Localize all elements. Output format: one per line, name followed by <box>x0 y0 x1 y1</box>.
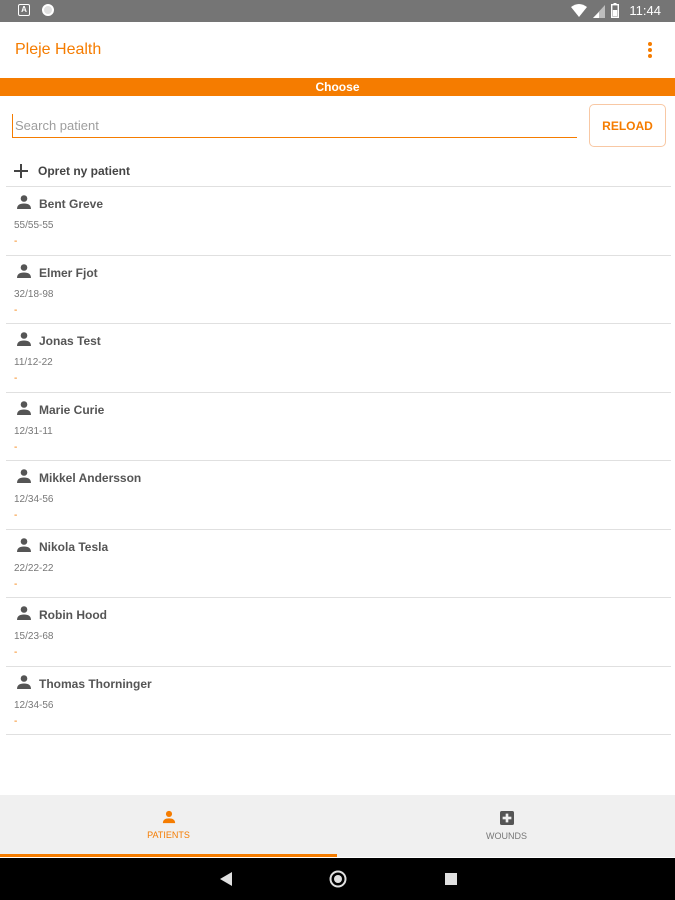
patient-row[interactable]: Thomas Thorninger 12/34-56 - <box>6 667 671 735</box>
patient-date: 22/22-22 <box>14 562 54 574</box>
tab-wounds-label: WOUNDS <box>486 831 527 841</box>
patient-date: 15/23-68 <box>14 631 54 642</box>
person-icon <box>17 332 31 346</box>
create-patient-label: Opret ny patient <box>38 164 131 178</box>
person-icon <box>17 537 31 552</box>
patient-name: Marie Curie <box>39 402 105 417</box>
tab-wounds[interactable]: WOUNDS <box>338 795 675 857</box>
patient-row[interactable]: Nikola Tesla 22/22-22 - <box>6 530 671 598</box>
patient-row[interactable]: Jonas Test 11/12-22 - <box>6 324 671 393</box>
tab-patients-label: PATIENTS <box>147 829 190 840</box>
patient-extra: - <box>14 647 18 658</box>
patient-list: Bent Greve 55/55-55- Elmer Fjot 32/18-98- Jo… <box>6 186 671 735</box>
person-icon <box>17 606 31 620</box>
patient-date: 32/18-98 <box>14 288 54 300</box>
patient-extra: - <box>14 715 18 727</box>
patient-name: Thomas Thorninger <box>39 676 152 691</box>
person-icon <box>17 263 31 278</box>
patient-extra: - <box>14 578 18 590</box>
patient-row[interactable]: Elmer Fjot 32/18-98 - <box>6 256 671 324</box>
signal-icon <box>593 4 606 18</box>
battery-icon <box>611 3 620 18</box>
patient-name: Robin Hood <box>39 608 107 622</box>
status-bar: A 11:44 <box>0 0 675 22</box>
tab-patients[interactable]: PATIENTS <box>0 795 337 857</box>
create-patient-button[interactable]: Opret ny patient <box>14 160 130 182</box>
patient-name: Bent Greve <box>39 197 104 211</box>
patient-date: 12/34-56 <box>14 494 54 505</box>
app-title: Pleje Health <box>15 41 102 58</box>
plus-icon <box>14 164 28 178</box>
patient-row[interactable]: Marie Curie 12/31-11 - <box>6 393 671 461</box>
patient-date: 12/34-56 <box>14 699 54 711</box>
android-notification-icon: A <box>18 4 30 16</box>
patient-row[interactable]: Mikkel Andersson 12/34-56 - <box>6 461 671 530</box>
patient-extra: - <box>14 373 18 384</box>
patient-name: Nikola Tesla <box>39 539 109 554</box>
medical-plus-icon <box>499 811 514 825</box>
status-right: 11:44 <box>571 3 661 18</box>
overflow-menu-icon[interactable] <box>645 40 655 60</box>
system-navigation-bar <box>0 858 675 900</box>
person-icon <box>17 469 31 483</box>
home-icon[interactable] <box>329 870 347 888</box>
person-icon <box>17 674 31 689</box>
circle-notification-icon <box>42 4 54 16</box>
patient-name: Mikkel Andersson <box>39 471 142 485</box>
patient-extra: - <box>14 236 18 247</box>
reload-button[interactable]: RELOAD <box>589 104 666 147</box>
person-icon <box>17 400 31 415</box>
patient-extra: - <box>14 441 18 453</box>
bottom-navigation: PATIENTS WOUNDS <box>0 795 675 857</box>
status-time: 11:44 <box>629 3 661 18</box>
patient-date: 55/55-55 <box>14 220 54 231</box>
patient-extra: - <box>14 510 18 521</box>
patient-date: 11/12-22 <box>14 357 53 368</box>
person-icon <box>162 810 175 823</box>
patient-row[interactable]: Robin Hood 15/23-68 - <box>6 598 671 667</box>
back-icon[interactable] <box>219 871 233 887</box>
person-icon <box>17 195 31 209</box>
recents-icon[interactable] <box>445 873 457 885</box>
patient-name: Elmer Fjot <box>39 265 98 280</box>
patient-date: 12/31-11 <box>14 425 53 437</box>
search-input[interactable] <box>12 114 577 138</box>
status-left: A <box>18 4 54 16</box>
app-bar: Pleje Health <box>0 22 675 78</box>
wifi-icon <box>571 3 588 17</box>
choose-banner: Choose <box>0 78 675 96</box>
patient-name: Jonas Test <box>39 334 101 348</box>
patient-row[interactable]: Bent Greve 55/55-55 - <box>6 187 671 256</box>
patient-extra: - <box>14 304 18 316</box>
